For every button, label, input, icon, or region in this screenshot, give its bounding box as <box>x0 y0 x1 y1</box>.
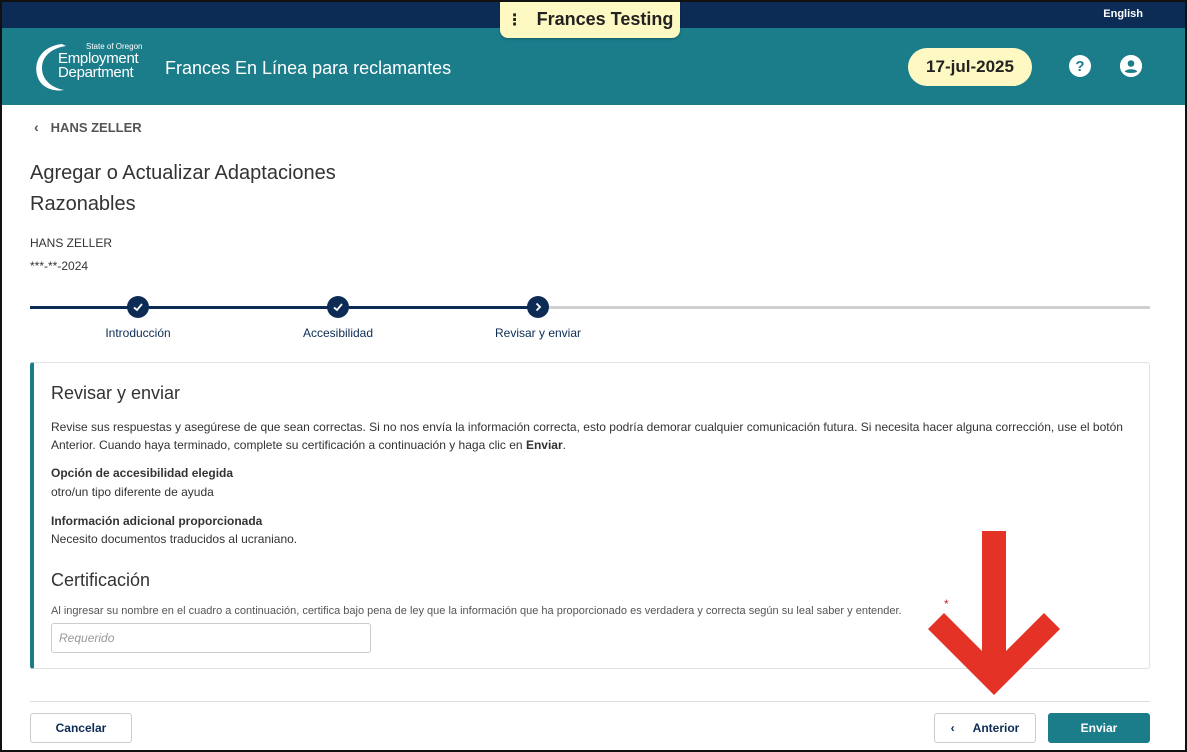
review-description-end: . <box>562 438 566 452</box>
help-icon[interactable]: ? <box>1069 55 1091 77</box>
app-title: Frances En Línea para reclamantes <box>165 58 452 78</box>
user-glyph <box>1120 55 1142 77</box>
check-icon <box>133 303 143 312</box>
certification-name-input[interactable] <box>51 623 371 653</box>
logo-line-name: Employment Department <box>58 51 139 81</box>
environment-badge[interactable]: ⋮ Frances Testing <box>500 1 680 38</box>
app-header: State of Oregon Employment Department Fr… <box>0 28 1187 105</box>
step-label-revisar: Revisar y enviar <box>494 326 582 340</box>
help-glyph: ? <box>1075 57 1085 75</box>
logo-line-department: Department <box>58 64 134 81</box>
red-arrow-annotation-icon <box>928 531 1060 695</box>
accessibility-option-label: Opción de accesibilidad elegida <box>51 466 234 480</box>
accessibility-option-value: otro/un tipo diferente de ayuda <box>51 485 214 499</box>
claimant-ssn: ***-**-2024 <box>30 259 89 273</box>
language-link[interactable]: English <box>1103 8 1143 20</box>
vertical-dots-icon: ⋮ <box>506 11 523 29</box>
progress-stepper: Introducción Accesibilidad Revisar y env… <box>30 296 1150 346</box>
chevron-right-icon <box>535 302 542 312</box>
check-icon <box>333 303 343 312</box>
certification-text: Al ingresar su nombre en el cuadro a con… <box>51 605 902 617</box>
date-badge: 17-jul-2025 <box>908 48 1032 86</box>
step-node-accesibilidad <box>327 296 349 318</box>
step-label-accesibilidad: Accesibilidad <box>302 326 374 340</box>
certification-title: Certificación <box>51 570 151 590</box>
claimant-name: HANS ZELLER <box>30 236 113 250</box>
environment-label: Frances Testing <box>536 9 674 29</box>
previous-button[interactable]: ‹ Anterior <box>934 713 1036 743</box>
review-title: Revisar y enviar <box>51 383 181 403</box>
previous-button-label: Anterior <box>972 721 1020 735</box>
page-title: Agregar o Actualizar Adaptaciones Razona… <box>30 162 336 215</box>
stepper-line-remaining <box>549 306 1150 309</box>
step-node-revisar <box>527 296 549 318</box>
back-link-label: HANS ZELLER <box>50 119 142 135</box>
employment-department-logo[interactable]: State of Oregon Employment Department <box>32 40 152 94</box>
step-label-introduccion: Introducción <box>105 326 171 340</box>
review-description: Revise sus respuestas y asegúrese de que… <box>51 418 1141 454</box>
additional-info-value: Necesito documentos traducidos al ucrani… <box>51 532 298 546</box>
step-node-introduccion <box>127 296 149 318</box>
stepper-line-complete <box>30 306 528 309</box>
chevron-left-icon: ‹ <box>34 119 39 135</box>
cancel-button[interactable]: Cancelar <box>30 713 132 743</box>
review-description-text: Revise sus respuestas y asegúrese de que… <box>51 420 1123 452</box>
review-description-bold: Enviar <box>525 438 563 452</box>
chevron-left-icon: ‹ <box>950 721 955 735</box>
additional-info-label: Información adicional proporcionada <box>51 514 263 528</box>
user-icon[interactable] <box>1120 55 1142 77</box>
back-link[interactable]: ‹ HANS ZELLER <box>34 119 142 135</box>
submit-button[interactable]: Enviar <box>1048 713 1150 743</box>
